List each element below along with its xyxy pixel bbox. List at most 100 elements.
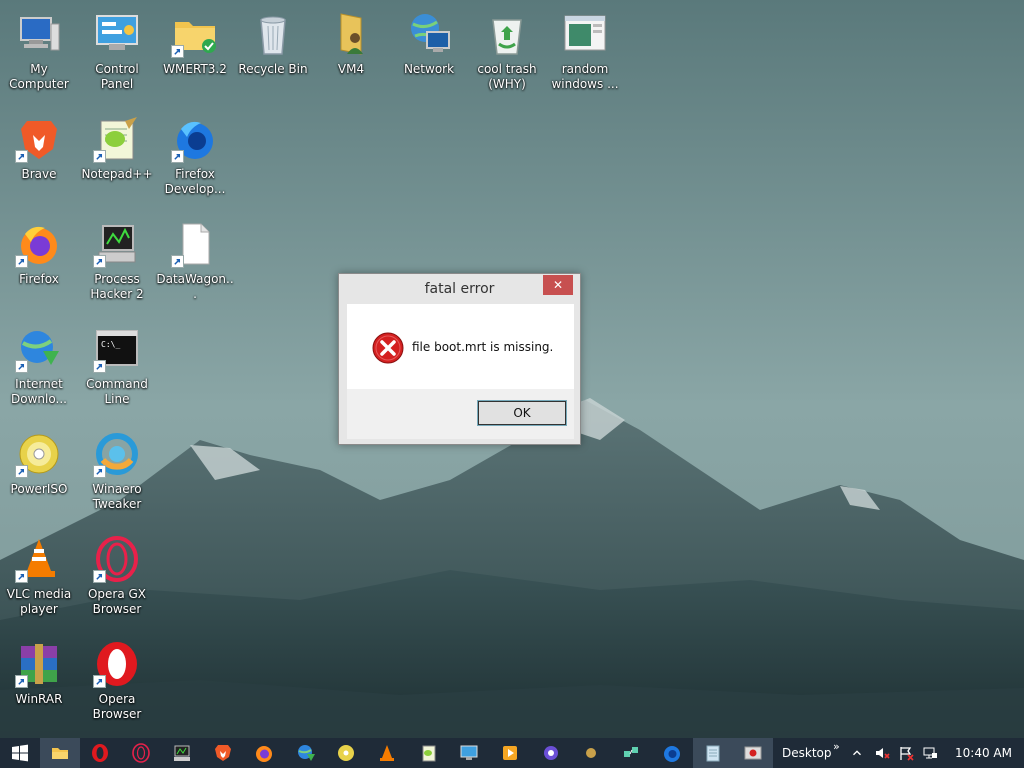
recycle-bin-full-icon <box>483 10 531 58</box>
taskbar-internet-download-manager[interactable] <box>286 738 326 768</box>
desktop-icon-vm4[interactable]: VM4 <box>312 4 390 100</box>
firefox-icon <box>15 220 63 268</box>
shortcut-arrow-icon <box>93 255 106 268</box>
desktop-icon-wmert[interactable]: WMERT3.2 <box>156 4 234 100</box>
taskbar-winaero-tweaker[interactable] <box>531 738 571 768</box>
winaero-tweaker-icon <box>544 746 558 760</box>
taskbar-opera[interactable] <box>80 738 120 768</box>
desktop-icon-my-computer[interactable]: My Computer <box>0 4 78 100</box>
taskbar-firefox-developer[interactable] <box>652 738 692 768</box>
process-hacker-icon <box>93 220 141 268</box>
windows-start-icon <box>12 744 28 762</box>
volume-muted-icon <box>876 748 890 759</box>
desktop-icon-random-windows[interactable]: random windows ... <box>546 4 624 100</box>
desktop-icon-vlc[interactable]: VLC media player <box>0 529 78 625</box>
window-icon <box>561 10 609 58</box>
desktop-toolbar-label[interactable]: Desktop <box>782 738 832 768</box>
taskbar-poweriso[interactable] <box>326 738 366 768</box>
desktop-icon-internet-download-manager[interactable]: Internet Downlo... <box>0 319 78 415</box>
taskbar-vlc[interactable] <box>367 738 407 768</box>
desktop-icon-datawagon[interactable]: DataWagon... <box>156 214 234 310</box>
brave-icon <box>15 115 63 163</box>
shortcut-arrow-icon <box>15 570 28 583</box>
desktop-icon-notepad-plus-plus[interactable]: Notepad++ <box>78 109 156 205</box>
icon-label: Firefox <box>19 272 59 286</box>
notepad-icon <box>706 745 720 762</box>
winaero-tweaker-icon <box>93 430 141 478</box>
taskbar-control-panel[interactable] <box>449 738 489 768</box>
desktop-icon-control-panel[interactable]: Control Panel <box>78 4 156 100</box>
icon-label: Command Line <box>86 377 148 406</box>
taskbar-notepad[interactable] <box>693 738 733 768</box>
brave-icon <box>215 745 231 761</box>
taskbar-error-window[interactable] <box>733 738 773 768</box>
tray-show-hidden[interactable] <box>850 738 864 768</box>
network-icon <box>405 10 453 58</box>
desktop-icon-winaero-tweaker[interactable]: Winaero Tweaker <box>78 424 156 520</box>
shortcut-arrow-icon <box>93 675 106 688</box>
icon-label: Firefox Develop... <box>164 167 226 196</box>
desktop-icon-poweriso[interactable]: PowerISO <box>0 424 78 520</box>
taskbar-clock[interactable]: 10:40 AM <box>955 738 1012 768</box>
taskbar-shell[interactable] <box>571 738 611 768</box>
icon-label: Notepad++ <box>81 167 153 181</box>
tray-volume[interactable] <box>872 738 892 768</box>
desktop-icon-firefox[interactable]: Firefox <box>0 214 78 310</box>
control-panel-icon <box>93 10 141 58</box>
network-icon <box>923 747 937 759</box>
opera-gx-icon <box>132 743 150 763</box>
taskbar-network-tool[interactable] <box>611 738 651 768</box>
taskbar-opera-gx[interactable] <box>121 738 161 768</box>
shortcut-arrow-icon <box>15 360 28 373</box>
media-player-icon <box>503 746 517 760</box>
icon-label: Recycle Bin <box>238 62 308 76</box>
vlc-icon <box>380 745 394 761</box>
taskbar-process-hacker[interactable] <box>162 738 202 768</box>
tray-flag[interactable] <box>896 738 916 768</box>
opera-gx-icon <box>93 535 141 583</box>
shortcut-arrow-icon <box>171 45 184 58</box>
ok-button[interactable]: OK <box>477 400 567 426</box>
user-folder-icon <box>327 10 375 58</box>
desktop-icon-brave[interactable]: Brave <box>0 109 78 205</box>
desktop-icon-network[interactable]: Network <box>390 4 468 100</box>
desktop-icon-process-hacker[interactable]: Process Hacker 2 <box>78 214 156 310</box>
shortcut-arrow-icon <box>15 675 28 688</box>
icon-label: Process Hacker 2 <box>90 272 144 301</box>
shortcut-arrow-icon <box>15 465 28 478</box>
command-line-icon: C:\_ <box>93 325 141 373</box>
dialog-body: file boot.mrt is missing. <box>347 304 574 389</box>
error-icon <box>372 332 404 364</box>
desktop-icon-cool-trash[interactable]: cool trash (WHY) <box>468 4 546 100</box>
folder-icon <box>171 10 219 58</box>
desktop-icon-opera[interactable]: Opera Browser <box>78 634 156 730</box>
shortcut-arrow-icon <box>93 570 106 583</box>
icon-label: Brave <box>21 167 57 181</box>
desktop-icon-opera-gx[interactable]: Opera GX Browser <box>78 529 156 625</box>
icon-label: VLC media player <box>6 587 72 616</box>
taskbar-file-explorer[interactable] <box>40 738 80 768</box>
icon-label: Network <box>403 62 455 76</box>
icon-label: PowerISO <box>10 482 68 496</box>
winrar-icon <box>15 640 63 688</box>
desktop-icon-firefox-developer[interactable]: Firefox Develop... <box>156 109 234 205</box>
action-center-alert-icon <box>900 747 914 761</box>
desktop-icon-command-line[interactable]: C:\_ Command Line <box>78 319 156 415</box>
network-tool-icon <box>624 747 638 757</box>
toolbar-chevron-icon[interactable]: » <box>833 740 840 760</box>
dialog-close-button[interactable]: ✕ <box>543 275 573 295</box>
start-button[interactable] <box>0 738 40 768</box>
taskbar-brave[interactable] <box>203 738 243 768</box>
firefox-developer-icon <box>664 746 680 762</box>
desktop-icon-winrar[interactable]: WinRAR <box>0 634 78 730</box>
taskbar-notepad-plus-plus[interactable] <box>409 738 449 768</box>
shell-icon <box>586 748 596 758</box>
taskbar-media-player[interactable] <box>490 738 530 768</box>
file-explorer-icon <box>52 748 68 759</box>
tray-network[interactable] <box>920 738 940 768</box>
taskbar-firefox[interactable] <box>244 738 284 768</box>
firefox-icon <box>256 746 272 762</box>
icon-label: Opera GX Browser <box>87 587 147 616</box>
poweriso-icon <box>338 745 354 761</box>
desktop-icon-recycle-bin[interactable]: Recycle Bin <box>234 4 312 100</box>
